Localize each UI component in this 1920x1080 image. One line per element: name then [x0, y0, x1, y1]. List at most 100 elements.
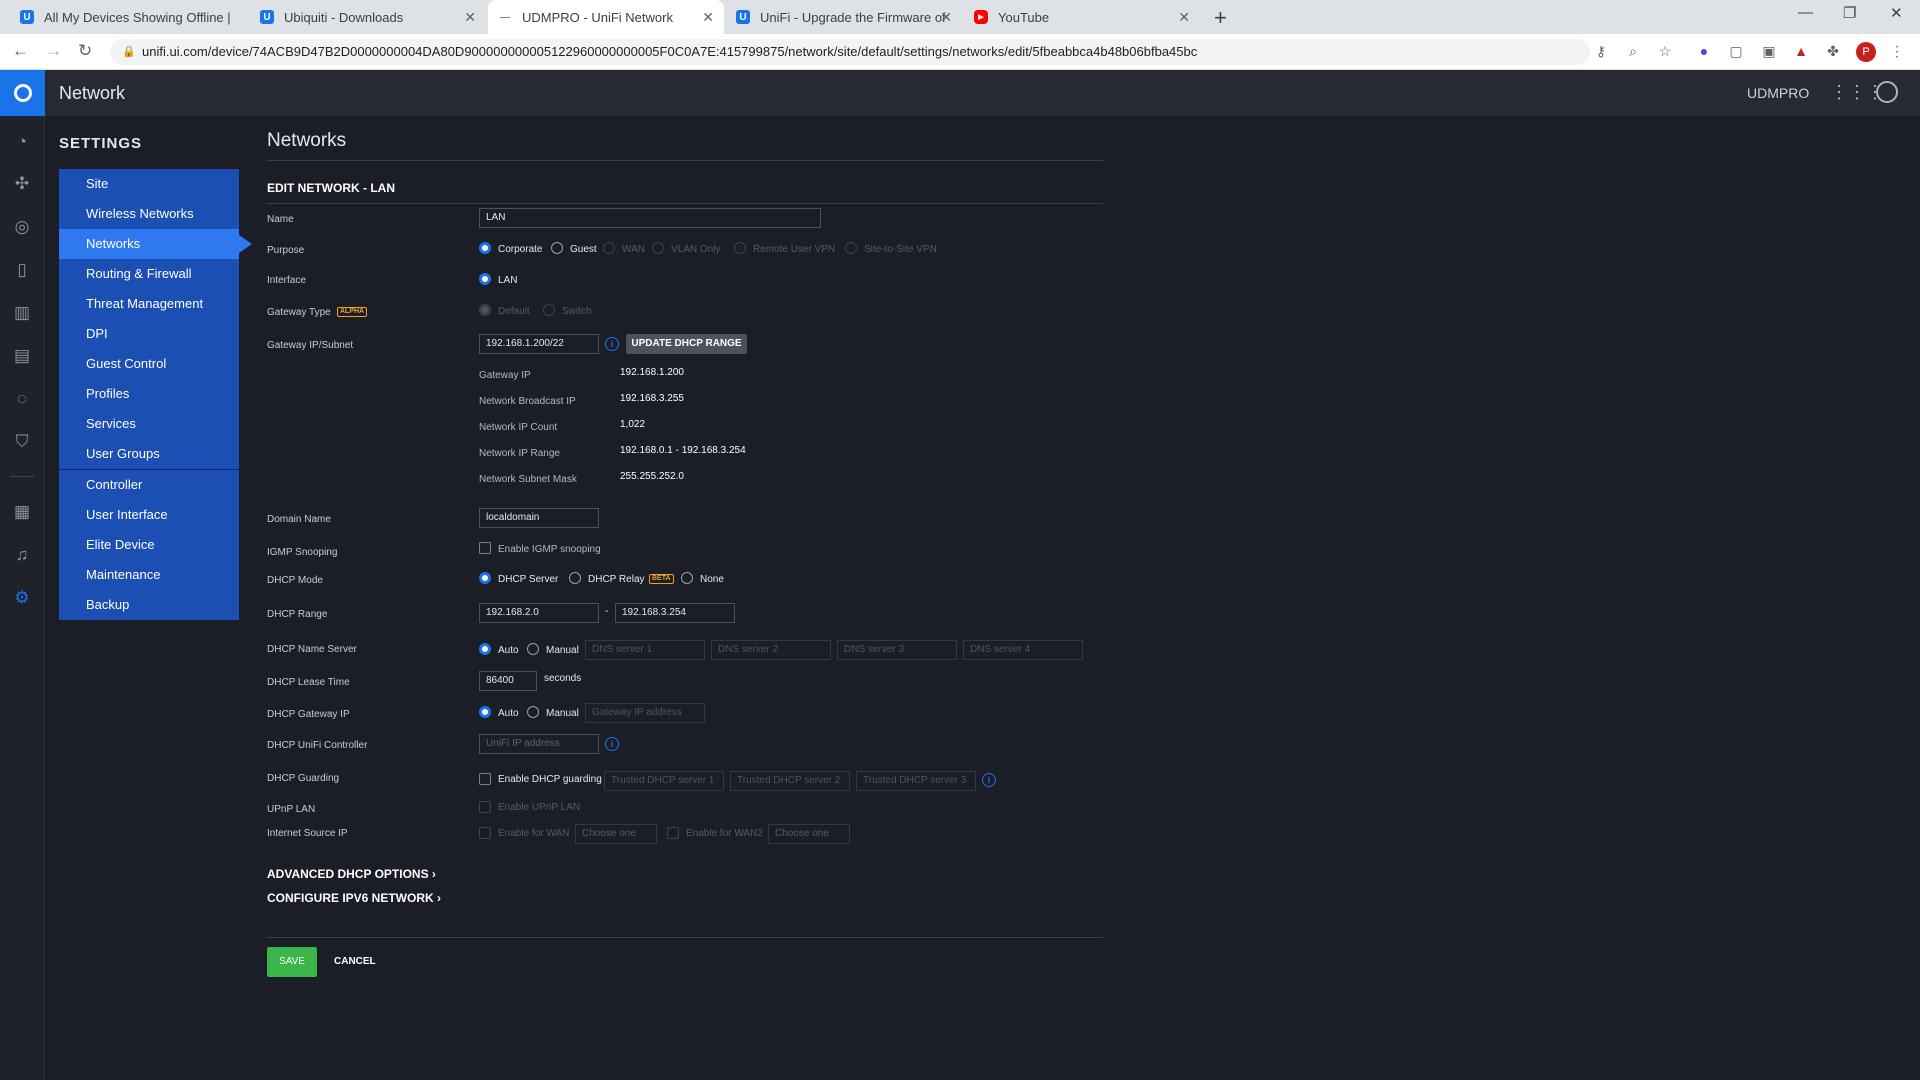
menu-item-controller[interactable]: Controller — [59, 470, 239, 500]
star-icon[interactable]: ☆ — [1656, 42, 1674, 60]
menu-item-threat-management[interactable]: Threat Management — [59, 289, 239, 319]
browser-tab[interactable]: U All My Devices Showing Offline | — [10, 0, 256, 34]
close-icon[interactable]: ✕ — [1178, 9, 1190, 26]
url-field[interactable]: 🔒 unifi.ui.com/device/74ACB9D47B2D0000000… — [110, 39, 1590, 65]
dns-server-2-input[interactable]: DNS server 2 — [711, 640, 831, 660]
dhcp-range-end-input[interactable]: 192.168.3.254 — [615, 603, 735, 623]
gwip-auto-label: Auto — [498, 708, 519, 719]
lease-time-input[interactable]: 86400 — [479, 671, 537, 691]
wan-select[interactable]: Choose one — [575, 824, 657, 844]
unifi-logo-icon[interactable] — [0, 70, 45, 116]
insights-icon[interactable]: ▤ — [11, 345, 33, 367]
dns-manual-label: Manual — [546, 645, 579, 656]
purpose-guest-radio[interactable] — [551, 242, 563, 254]
browser-tab[interactable]: U Ubiquiti - Downloads ✕ — [250, 0, 486, 34]
info-icon[interactable]: i — [982, 773, 996, 787]
dpi-icon[interactable]: ◌ — [11, 388, 33, 410]
info-icon[interactable]: i — [605, 737, 619, 751]
back-icon[interactable]: ← — [12, 41, 29, 61]
device-name[interactable]: UDMPRO — [1747, 85, 1809, 101]
browser-tab[interactable]: ▶ YouTube ✕ — [964, 0, 1200, 34]
close-icon[interactable]: ✕ — [702, 9, 714, 26]
close-icon[interactable]: ✕ — [940, 9, 952, 26]
extension-icon[interactable]: ▣ — [1760, 42, 1778, 60]
shield-icon[interactable]: ⛉ — [11, 431, 33, 453]
cancel-button[interactable]: CANCEL — [334, 956, 376, 967]
wan2-select[interactable]: Choose one — [768, 824, 850, 844]
menu-item-profiles[interactable]: Profiles — [59, 379, 239, 409]
alerts-icon[interactable]: ♫ — [11, 544, 33, 566]
gateway-switch-label: Switch — [562, 306, 592, 317]
dns-manual-radio[interactable] — [527, 643, 539, 655]
trusted-dhcp-1-input[interactable]: Trusted DHCP server 1 — [604, 771, 724, 791]
domain-name-input[interactable]: localdomain — [479, 508, 599, 528]
controller-ip-input[interactable]: UniFi IP address — [479, 734, 599, 754]
close-window-icon[interactable]: ✕ — [1890, 4, 1903, 22]
menu-item-maintenance[interactable]: Maintenance — [59, 560, 239, 590]
puzzle-icon[interactable]: ✤ — [1824, 42, 1842, 60]
info-icon[interactable]: i — [605, 337, 619, 351]
trusted-dhcp-3-input[interactable]: Trusted DHCP server 3 — [856, 771, 976, 791]
close-icon[interactable]: ✕ — [464, 9, 476, 26]
dns-server-4-input[interactable]: DNS server 4 — [963, 640, 1083, 660]
igmp-checkbox[interactable] — [479, 542, 491, 554]
restore-icon[interactable]: ❐ — [1843, 4, 1856, 22]
clients-icon[interactable]: ▯ — [11, 259, 33, 281]
user-icon[interactable] — [1876, 81, 1898, 103]
guarding-checkbox[interactable] — [479, 773, 491, 785]
name-input[interactable]: LAN — [479, 208, 821, 228]
menu-item-services[interactable]: Services — [59, 409, 239, 439]
key-icon[interactable]: ⚷ — [1592, 42, 1610, 60]
extension-icon[interactable]: ● — [1695, 42, 1713, 60]
source-ip-label: Internet Source IP — [267, 828, 348, 839]
topology-icon[interactable]: ✣ — [11, 173, 33, 195]
menu-item-backup[interactable]: Backup — [59, 590, 239, 620]
menu-item-wireless-networks[interactable]: Wireless Networks — [59, 199, 239, 229]
dns-auto-radio[interactable] — [479, 643, 491, 655]
minimize-icon[interactable]: — — [1798, 4, 1813, 21]
menu-item-dpi[interactable]: DPI — [59, 319, 239, 349]
gateway-ip-input[interactable]: Gateway IP address — [585, 703, 705, 723]
dhcp-none-radio[interactable] — [681, 572, 693, 584]
gwip-manual-radio[interactable] — [527, 706, 539, 718]
gateway-subnet-input[interactable]: 192.168.1.200/22 — [479, 334, 599, 354]
save-button[interactable]: SAVE — [267, 947, 317, 977]
new-tab-icon[interactable]: + — [1214, 5, 1227, 31]
dns-server-3-input[interactable]: DNS server 3 — [837, 640, 957, 660]
trusted-dhcp-2-input[interactable]: Trusted DHCP server 2 — [730, 771, 850, 791]
dhcp-server-radio[interactable] — [479, 572, 491, 584]
update-dhcp-range-button[interactable]: UPDATE DHCP RANGE — [626, 334, 747, 354]
events-icon[interactable]: ▦ — [11, 501, 33, 523]
reload-icon[interactable]: ↻ — [78, 41, 92, 61]
advanced-dhcp-options-link[interactable]: ADVANCED DHCP OPTIONS › — [267, 867, 436, 881]
pdf-icon[interactable]: ▲ — [1792, 42, 1810, 60]
purpose-remote-vpn-radio — [734, 242, 746, 254]
name-label: Name — [267, 214, 294, 225]
dhcp-range-start-input[interactable]: 192.168.2.0 — [479, 603, 599, 623]
zoom-icon[interactable]: ⌕ — [1624, 42, 1642, 60]
interface-lan-radio[interactable] — [479, 273, 491, 285]
menu-item-guest-control[interactable]: Guest Control — [59, 349, 239, 379]
extension-icon[interactable]: ▢ — [1727, 42, 1745, 60]
browser-tab[interactable]: U UniFi - Upgrade the Firmware of ✕ — [726, 0, 962, 34]
menu-item-user-groups[interactable]: User Groups — [59, 439, 239, 469]
profile-avatar[interactable]: P — [1856, 42, 1876, 62]
menu-item-elite-device[interactable]: Elite Device — [59, 530, 239, 560]
purpose-site-vpn-label: Site-to-Site VPN — [864, 244, 937, 255]
menu-item-site[interactable]: Site — [59, 169, 239, 199]
forward-icon[interactable]: → — [45, 41, 62, 61]
menu-item-user-interface[interactable]: User Interface — [59, 500, 239, 530]
statistics-icon[interactable]: ▥ — [11, 302, 33, 324]
browser-tab-active[interactable]: — UDMPRO - UniFi Network ✕ — [488, 0, 724, 34]
menu-icon[interactable]: ⋮ — [1888, 42, 1906, 60]
dns-server-1-input[interactable]: DNS server 1 — [585, 640, 705, 660]
dhcp-relay-radio[interactable] — [569, 572, 581, 584]
dashboard-icon[interactable]: ◔ — [11, 131, 33, 153]
gear-icon[interactable]: ⚙ — [11, 587, 33, 609]
menu-item-networks[interactable]: Networks — [59, 229, 252, 259]
configure-ipv6-link[interactable]: CONFIGURE IPV6 NETWORK › — [267, 891, 441, 905]
gwip-auto-radio[interactable] — [479, 706, 491, 718]
purpose-corporate-radio[interactable] — [479, 242, 491, 254]
devices-icon[interactable]: ◎ — [11, 216, 33, 238]
menu-item-routing-firewall[interactable]: Routing & Firewall — [59, 259, 239, 289]
